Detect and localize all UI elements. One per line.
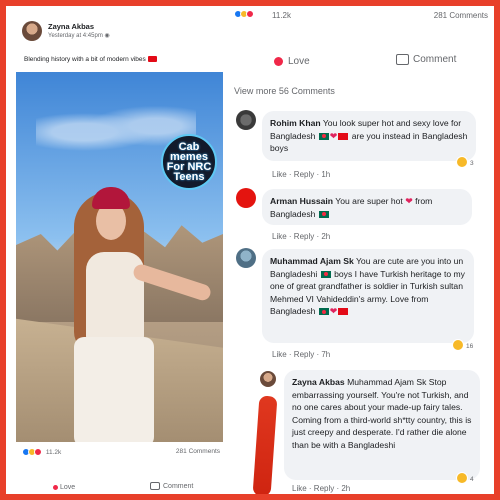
comment-meta[interactable]: Like · Reply · 1h — [272, 170, 330, 179]
comment-bubble: Arman Hussain You are super hot ❤ from B… — [262, 189, 472, 225]
post-caption: Blending history with a bit of modern vi… — [24, 56, 157, 63]
post-actions: Love Comment — [22, 480, 222, 494]
watermark-logo: Cab memes For NRC Teens — [161, 134, 217, 190]
comment-icon — [396, 54, 409, 65]
heart-icon: ❤ — [405, 196, 413, 206]
red-marker-streak — [252, 395, 278, 494]
commenter-name[interactable]: Rohim Khan — [270, 118, 321, 128]
bangladesh-flag-icon — [320, 270, 331, 278]
haha-reaction-icon[interactable] — [456, 472, 468, 484]
reactions-count[interactable]: 11.2k — [46, 449, 61, 456]
comment-text: You are super hot — [335, 196, 403, 206]
comment-bubble: Muhammad Ajam Sk You are cute are you in… — [262, 249, 474, 343]
haha-reaction-icon[interactable] — [456, 156, 468, 168]
commenter-avatar[interactable] — [236, 110, 256, 130]
love-icon — [52, 484, 59, 491]
turkey-flag-icon — [338, 132, 349, 140]
reply-reaction-count[interactable]: 4 — [470, 476, 474, 483]
watermark-text: Cab memes For NRC Teens — [166, 141, 212, 183]
comment-bubble: Rohim Khan You look super hot and sexy l… — [262, 111, 476, 161]
author-avatar[interactable] — [22, 21, 42, 41]
replier-name[interactable]: Zayna Akbas — [292, 377, 345, 387]
replier-avatar[interactable] — [260, 371, 276, 387]
top-reactions-count[interactable]: 11.2k — [272, 11, 291, 20]
top-comments-count[interactable]: 281 Comments — [434, 11, 488, 20]
reply-bubble: Zayna Akbas Muhammad Ajam Sk Stop embarr… — [284, 370, 480, 480]
comments-panel: 11.2k 281 Comments Love Comment View mor… — [230, 9, 494, 494]
facebook-post: Zayna Akbas Yesterday at 4:45pm ◉ Blendi… — [12, 12, 228, 494]
love-button[interactable]: Love — [274, 56, 310, 67]
post-caption-text: Blending history with a bit of modern vi… — [24, 56, 146, 63]
love-reaction-icon — [34, 448, 42, 456]
turkey-flag-icon — [338, 308, 349, 316]
comment-label: Comment — [413, 54, 457, 65]
post-timestamp[interactable]: Yesterday at 4:45pm ◉ — [48, 32, 110, 39]
top-reactions-icons[interactable] — [234, 9, 254, 18]
commenter-avatar[interactable] — [236, 188, 256, 208]
commenter-name[interactable]: Arman Hussain — [270, 196, 333, 206]
commenter-name[interactable]: Muhammad Ajam Sk — [270, 256, 354, 266]
comment-button[interactable]: Comment — [396, 54, 456, 65]
love-button[interactable]: Love — [52, 484, 75, 491]
reply-text: Muhammad Ajam Sk Stop embarrassing yours… — [292, 377, 472, 450]
actions-row: Love Comment — [230, 52, 494, 72]
person-legs — [74, 337, 154, 442]
post-author-name[interactable]: Zayna Akbas — [48, 22, 94, 31]
post-stats: 11.2k 281 Comments — [22, 448, 222, 460]
comment-button[interactable]: Comment — [150, 482, 193, 490]
heart-icon: ❤ — [329, 130, 338, 141]
comments-count[interactable]: 281 Comments — [176, 448, 220, 455]
bangladesh-flag-icon — [318, 210, 329, 218]
bangladesh-flag-icon — [318, 308, 329, 316]
reply-meta[interactable]: Like · Reply · 2h — [292, 484, 350, 493]
comment-meta[interactable]: Like · Reply · 2h — [272, 232, 330, 241]
post-time-text: Yesterday at 4:45pm — [48, 33, 103, 39]
reactions-icons[interactable] — [22, 448, 42, 456]
comment-label: Comment — [163, 482, 194, 490]
heart-icon: ❤ — [329, 306, 338, 316]
person-cap — [92, 187, 130, 209]
turkey-flag-icon — [147, 56, 157, 63]
comment-icon — [150, 482, 160, 490]
screenshot-frame: Zayna Akbas Yesterday at 4:45pm ◉ Blendi… — [0, 0, 500, 500]
view-more-comments-link[interactable]: View more 56 Comments — [234, 86, 335, 96]
haha-reaction-icon[interactable] — [452, 339, 464, 351]
love-icon — [274, 57, 283, 66]
love-reaction-icon — [246, 9, 254, 18]
love-label: Love — [288, 56, 310, 67]
globe-icon: ◉ — [104, 33, 110, 39]
bangladesh-flag-icon — [318, 132, 329, 140]
love-label: Love — [60, 484, 76, 491]
commenter-avatar[interactable] — [236, 248, 256, 268]
comment-meta[interactable]: Like · Reply · 7h — [272, 350, 330, 359]
comment-reaction-count[interactable]: 16 — [466, 343, 473, 350]
top-stats: 11.2k 281 Comments — [230, 9, 494, 22]
post-photo[interactable]: Cab memes For NRC Teens — [16, 72, 223, 442]
comment-reaction-count[interactable]: 3 — [470, 160, 474, 167]
